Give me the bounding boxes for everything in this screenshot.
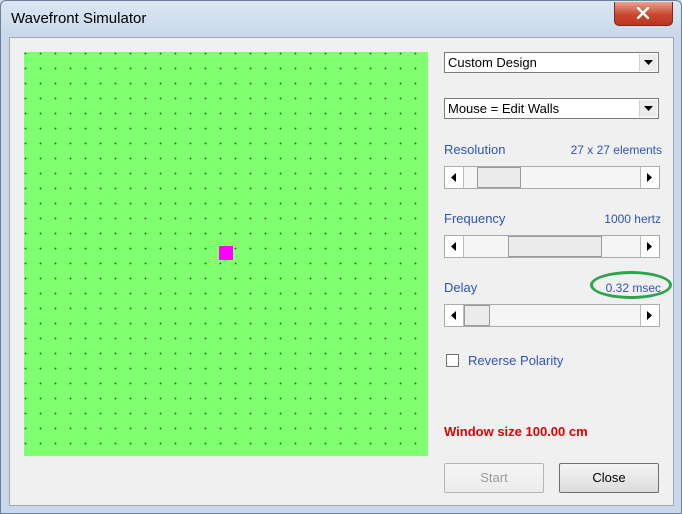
design-dropdown[interactable]: Custom Design <box>444 52 659 73</box>
frequency-slider-right-arrow[interactable] <box>640 236 659 257</box>
mouse-mode-dropdown[interactable]: Mouse = Edit Walls <box>444 98 659 119</box>
chevron-down-icon <box>644 60 653 65</box>
wave-source-marker[interactable] <box>219 246 233 260</box>
highlight-annotation-ellipse <box>590 271 672 299</box>
delay-label: Delay <box>444 280 478 295</box>
resolution-slider-left-arrow[interactable] <box>445 167 464 188</box>
resolution-slider[interactable] <box>444 166 660 189</box>
close-button[interactable]: Close <box>559 463 659 493</box>
design-dropdown-value: Custom Design <box>448 55 537 70</box>
chevron-down-icon <box>644 106 653 111</box>
arrow-right-icon <box>647 242 652 251</box>
mouse-mode-dropdown-value: Mouse = Edit Walls <box>448 101 560 116</box>
arrow-left-icon <box>451 242 456 251</box>
resolution-slider-thumb[interactable] <box>477 167 522 188</box>
frequency-slider[interactable] <box>444 235 660 258</box>
frequency-slider-left-arrow[interactable] <box>445 236 464 257</box>
arrow-right-icon <box>647 311 652 320</box>
arrow-left-icon <box>451 311 456 320</box>
start-button[interactable]: Start <box>444 463 544 493</box>
frequency-label: Frequency <box>444 211 506 226</box>
window-title: Wavefront Simulator <box>11 10 147 27</box>
close-icon <box>636 7 650 19</box>
arrow-right-icon <box>647 173 652 182</box>
frequency-value: 1000 hertz <box>604 212 661 226</box>
resolution-slider-right-arrow[interactable] <box>640 167 659 188</box>
window-close-button[interactable] <box>614 2 673 26</box>
mouse-mode-dropdown-button[interactable] <box>639 100 657 117</box>
main-window: Wavefront Simulator Custom Design Mouse … <box>0 0 682 514</box>
resolution-value: 27 x 27 elements <box>570 143 662 157</box>
simulation-grid[interactable] <box>24 52 428 456</box>
frequency-slider-thumb[interactable] <box>507 236 602 257</box>
reverse-polarity-label[interactable]: Reverse Polarity <box>468 353 563 368</box>
design-dropdown-button[interactable] <box>639 54 657 71</box>
delay-slider-left-arrow[interactable] <box>445 305 464 326</box>
delay-slider[interactable] <box>444 304 660 327</box>
window-size-text: Window size 100.00 cm <box>444 424 588 439</box>
arrow-left-icon <box>451 173 456 182</box>
reverse-polarity-checkbox[interactable] <box>446 354 459 367</box>
dialog-client-area: Custom Design Mouse = Edit Walls Resolut… <box>9 37 674 506</box>
delay-slider-right-arrow[interactable] <box>640 305 659 326</box>
resolution-label: Resolution <box>444 142 506 157</box>
delay-slider-thumb[interactable] <box>464 305 490 326</box>
